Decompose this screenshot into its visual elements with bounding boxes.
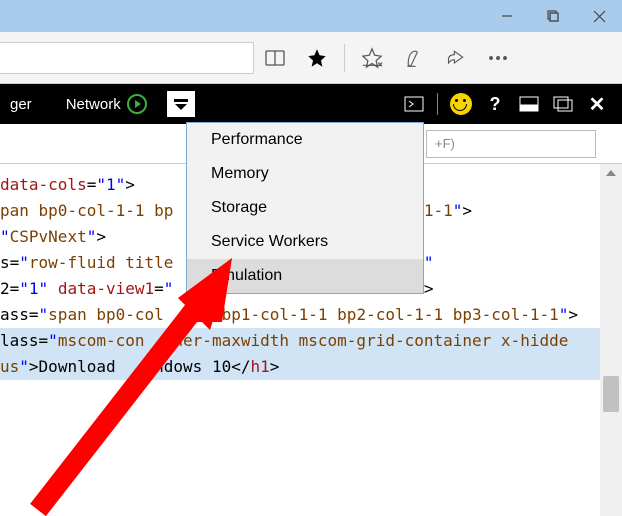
- devtools-tab-network[interactable]: Network: [42, 94, 161, 114]
- favorites-hub-icon[interactable]: [351, 32, 393, 84]
- toolbar-separator: [344, 44, 345, 72]
- menu-item-performance[interactable]: Performance: [187, 123, 423, 157]
- code-line[interactable]: lass="mscom-con ner-maxwidth mscom-grid-…: [0, 328, 622, 354]
- reading-view-icon[interactable]: [254, 32, 296, 84]
- web-notes-icon[interactable]: [393, 32, 435, 84]
- separator: [437, 93, 438, 115]
- menu-item-memory[interactable]: Memory: [187, 157, 423, 191]
- menu-item-emulation[interactable]: Emulation: [187, 259, 423, 293]
- close-window-button[interactable]: [576, 0, 622, 32]
- favorite-star-icon[interactable]: [296, 32, 338, 84]
- console-toggle-icon[interactable]: [403, 93, 425, 115]
- menu-item-storage[interactable]: Storage: [187, 191, 423, 225]
- devtools-overflow-menu: PerformanceMemoryStorageService WorkersE…: [186, 122, 424, 294]
- minimize-button[interactable]: [484, 0, 530, 32]
- share-icon[interactable]: [435, 32, 477, 84]
- search-placeholder: +F): [435, 136, 455, 151]
- scroll-up-arrow-icon[interactable]: [606, 170, 616, 176]
- code-line[interactable]: ass="span bp0-col bp1-col-1-1 bp2-col-1-…: [0, 302, 622, 328]
- code-line[interactable]: us">Download ndows 10</h1>: [0, 354, 622, 380]
- maximize-button[interactable]: [530, 0, 576, 32]
- menu-item-service-workers[interactable]: Service Workers: [187, 225, 423, 259]
- devtools-tab-bar: ger Network ? ✕: [0, 84, 622, 124]
- search-input[interactable]: +F): [426, 130, 596, 158]
- window-titlebar: [0, 0, 622, 32]
- network-record-icon: [127, 94, 147, 114]
- close-devtools-icon[interactable]: ✕: [586, 93, 608, 115]
- devtools-overflow-dropdown-button[interactable]: [167, 91, 195, 117]
- devtools-tab-debugger-partial[interactable]: ger: [0, 84, 42, 124]
- browser-toolbar: [0, 32, 622, 84]
- undock-icon[interactable]: [552, 93, 574, 115]
- vertical-scrollbar[interactable]: [600, 164, 622, 516]
- more-icon[interactable]: [477, 32, 519, 84]
- dock-bottom-icon[interactable]: [518, 93, 540, 115]
- address-bar[interactable]: [0, 42, 254, 74]
- help-icon[interactable]: ?: [484, 93, 506, 115]
- network-tab-label: Network: [66, 96, 121, 113]
- feedback-smiley-icon[interactable]: [450, 93, 472, 115]
- scrollbar-thumb[interactable]: [603, 376, 619, 412]
